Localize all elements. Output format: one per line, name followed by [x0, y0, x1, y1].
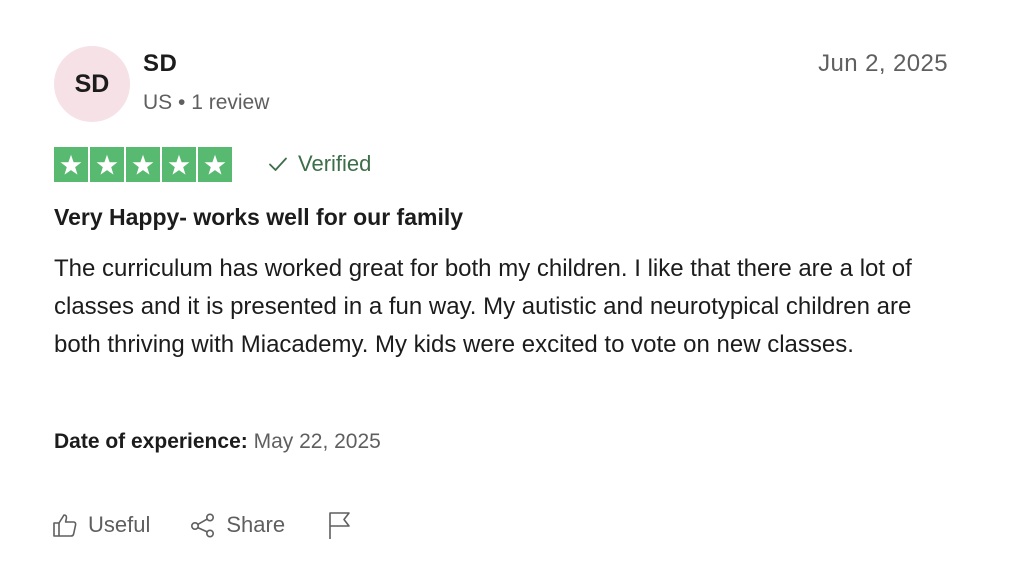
share-button[interactable]: Share [190, 512, 285, 538]
review-body: The curriculum has worked great for both… [54, 255, 912, 358]
useful-button[interactable]: Useful [52, 512, 150, 538]
useful-label: Useful [88, 512, 151, 537]
star-icon [162, 147, 196, 182]
review-title[interactable]: Very Happy- works well for our family [54, 204, 463, 231]
share-label: Share [226, 512, 286, 537]
experience-date: May 22, 2025 [253, 430, 381, 453]
verified-badge[interactable]: Verified [268, 151, 371, 177]
star-rating [54, 147, 232, 182]
reviewer-meta: US • 1 review [143, 91, 270, 114]
star-icon [54, 147, 88, 182]
review-card: SD SD US • 1 review Jun 2, 2025 Verified… [0, 0, 1024, 572]
review-actions: Useful Share [52, 510, 353, 540]
share-icon [190, 512, 216, 538]
thumbs-up-icon [52, 512, 78, 538]
star-icon [126, 147, 160, 182]
avatar[interactable]: SD [54, 46, 130, 122]
verified-label: Verified [298, 151, 372, 176]
date-of-experience: Date of experience: May 22, 2025 [54, 430, 381, 454]
star-icon [198, 147, 232, 182]
review-date: Jun 2, 2025 [818, 50, 948, 77]
reviewer-name[interactable]: SD [143, 50, 177, 78]
flag-icon [327, 510, 353, 540]
checkmark-icon [268, 156, 288, 172]
experience-label: Date of experience: [54, 430, 248, 453]
star-icon [90, 147, 124, 182]
report-button[interactable] [327, 510, 353, 540]
avatar-initials: SD [74, 69, 110, 98]
